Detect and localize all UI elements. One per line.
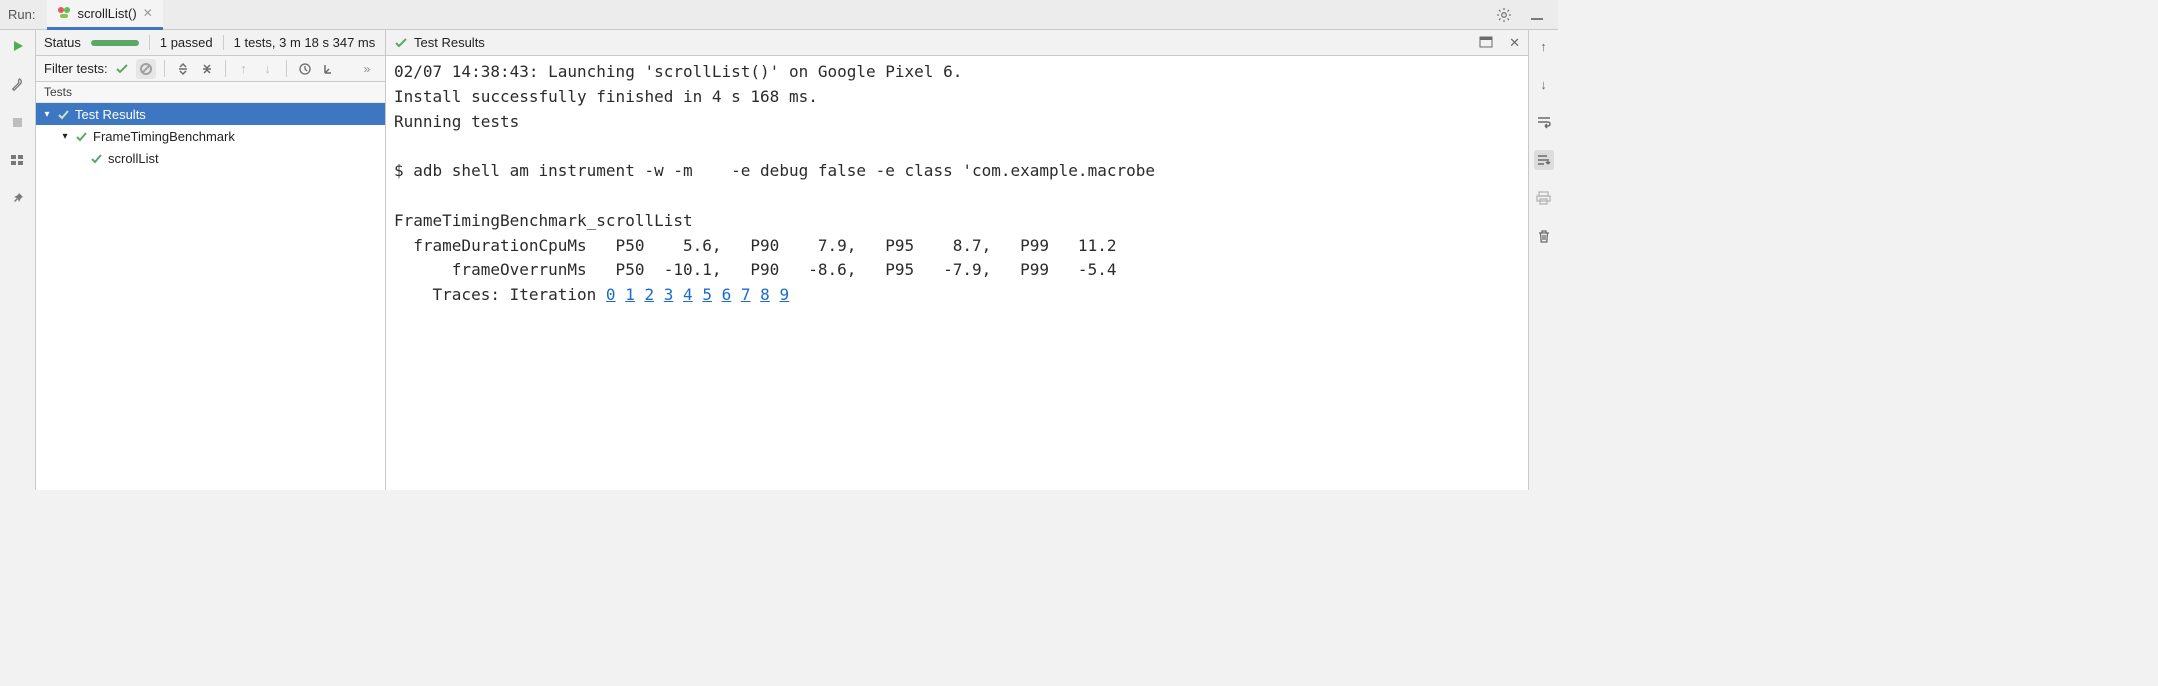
scroll-down-icon[interactable]: ↓ [1534, 74, 1554, 94]
status-label: Status [44, 35, 81, 50]
layout-toggle-icon[interactable] [1479, 35, 1493, 51]
run-button[interactable] [8, 36, 28, 56]
expand-all-icon[interactable] [173, 59, 193, 79]
tree-suite-label: FrameTimingBenchmark [93, 129, 235, 144]
layout-icon[interactable] [8, 150, 28, 170]
trace-link[interactable]: 8 [760, 285, 770, 304]
pin-icon[interactable] [8, 188, 28, 208]
tree-root[interactable]: ▾ Test Results [36, 103, 385, 125]
trace-link[interactable]: 1 [625, 285, 635, 304]
scroll-up-icon[interactable]: ↑ [1534, 36, 1554, 56]
trace-link[interactable]: 7 [741, 285, 751, 304]
run-label: Run: [0, 7, 47, 22]
tests-header: Tests [36, 82, 385, 103]
history-icon[interactable] [295, 59, 315, 79]
trace-link[interactable]: 6 [722, 285, 732, 304]
output-title: Test Results [414, 35, 485, 50]
trace-link[interactable]: 2 [644, 285, 654, 304]
trace-link[interactable]: 9 [779, 285, 789, 304]
show-passed-icon[interactable] [112, 59, 132, 79]
tests-summary: 1 tests, 3 m 18 s 347 ms [234, 35, 376, 50]
soft-wrap-icon[interactable] [1534, 112, 1554, 132]
gear-icon[interactable] [1496, 7, 1512, 23]
left-gutter [0, 30, 36, 490]
check-icon [90, 152, 103, 165]
filter-bar: Filter tests: ↑ ↓ [36, 56, 385, 82]
tree-test-label: scrollList [108, 151, 159, 166]
print-icon[interactable] [1534, 188, 1554, 208]
android-test-icon [57, 6, 71, 20]
tree-suite[interactable]: ▾ FrameTimingBenchmark [36, 125, 385, 147]
close-output-icon[interactable]: ✕ [1509, 35, 1520, 51]
tab-scrolllist[interactable]: scrollList() ✕ [47, 0, 162, 30]
check-icon [75, 130, 88, 143]
wrench-icon[interactable] [8, 74, 28, 94]
tests-panel: Status 1 passed 1 tests, 3 m 18 s 347 ms… [36, 30, 386, 490]
trace-link[interactable]: 0 [606, 285, 616, 304]
tree-root-label: Test Results [75, 107, 146, 122]
passed-count: 1 passed [160, 35, 213, 50]
trace-link[interactable]: 4 [683, 285, 693, 304]
prev-fail-icon[interactable]: ↑ [234, 59, 254, 79]
close-icon[interactable]: ✕ [143, 6, 153, 20]
minimize-icon[interactable] [1530, 8, 1544, 22]
status-progress [91, 40, 139, 46]
trash-icon[interactable] [1534, 226, 1554, 246]
output-panel: Test Results ✕ 02/07 14:38:43: Launching… [386, 30, 1528, 490]
tab-strip: Run: scrollList() ✕ [0, 0, 1558, 30]
trace-link[interactable]: 3 [664, 285, 674, 304]
next-fail-icon[interactable]: ↓ [258, 59, 278, 79]
trace-link[interactable]: 5 [702, 285, 712, 304]
filter-label: Filter tests: [44, 61, 108, 76]
chevron-down-icon: ▾ [42, 109, 52, 120]
test-tree[interactable]: ▾ Test Results ▾ FrameTimingBenchmark sc… [36, 103, 385, 490]
import-icon[interactable] [319, 59, 339, 79]
right-gutter: ↑ ↓ [1528, 30, 1558, 490]
more-icon[interactable]: » [357, 59, 377, 79]
chevron-down-icon: ▾ [60, 131, 70, 142]
show-ignored-icon[interactable] [136, 59, 156, 79]
tab-title: scrollList() [77, 6, 136, 21]
scroll-to-end-icon[interactable] [1534, 150, 1554, 170]
status-bar: Status 1 passed 1 tests, 3 m 18 s 347 ms [36, 30, 385, 56]
console-output[interactable]: 02/07 14:38:43: Launching 'scrollList()'… [386, 56, 1528, 490]
tree-test[interactable]: scrollList [36, 147, 385, 169]
output-header: Test Results ✕ [386, 30, 1528, 56]
stop-button[interactable] [8, 112, 28, 132]
collapse-all-icon[interactable] [197, 59, 217, 79]
check-icon [57, 108, 70, 121]
check-icon [394, 36, 408, 50]
